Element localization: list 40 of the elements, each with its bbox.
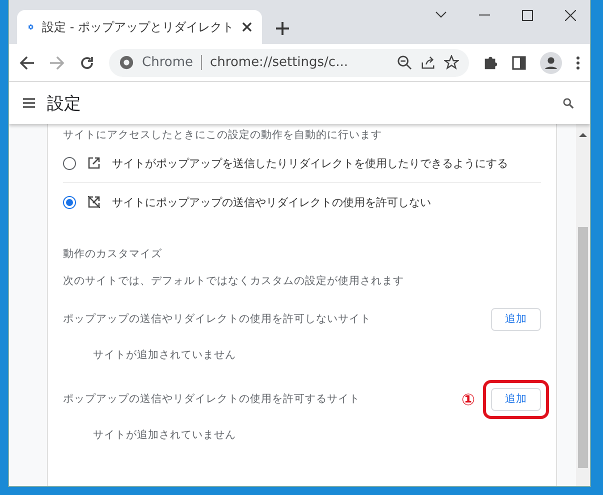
- add-button[interactable]: 追加: [491, 308, 541, 330]
- more-vertical-icon[interactable]: [576, 56, 580, 70]
- radio-button[interactable]: [63, 156, 76, 170]
- zoom-out-icon[interactable]: [397, 55, 412, 70]
- minimize-icon[interactable]: [479, 14, 490, 16]
- chevron-down-icon[interactable]: [435, 11, 447, 19]
- page-title: 設定: [47, 92, 82, 114]
- section-title: 動作のカスタマイズ: [63, 247, 163, 261]
- back-arrow-icon[interactable]: [19, 54, 35, 70]
- search-icon[interactable]: [563, 98, 574, 108]
- external-link-icon: [88, 157, 100, 169]
- radio-button[interactable]: [63, 196, 76, 208]
- avatar-icon[interactable]: [540, 52, 562, 74]
- close-icon[interactable]: [242, 22, 252, 32]
- browser-logo-icon: [119, 55, 134, 70]
- scrollbar[interactable]: [576, 124, 590, 486]
- description-text: サイトにアクセスしたときにこの設定の動作を自動的に行います: [63, 128, 383, 142]
- empty-message: サイトが追加されていません: [93, 348, 237, 362]
- menu-icon[interactable]: [23, 98, 35, 108]
- option-label: サイトにポップアップの送信やリダイレクトの使用を許可しない: [112, 194, 431, 210]
- puzzle-piece-icon[interactable]: [483, 55, 498, 70]
- side-panel-icon[interactable]: [512, 56, 526, 70]
- maximize-icon[interactable]: [522, 10, 533, 20]
- add-button[interactable]: 追加: [491, 388, 541, 410]
- blocked-link-icon: [88, 196, 100, 208]
- share-icon[interactable]: [420, 55, 436, 70]
- empty-message: サイトが追加されていません: [93, 428, 237, 442]
- plus-icon[interactable]: [276, 22, 289, 35]
- star-icon[interactable]: [444, 55, 459, 70]
- scroll-up-arrow-icon[interactable]: [579, 132, 587, 137]
- reload-icon[interactable]: [79, 54, 95, 70]
- list-title: ポップアップの送信やリダイレクトの使用を許可しないサイト: [63, 312, 371, 326]
- option-label: サイトがポップアップを送信したりリダイレクトを使用したりできるようにする: [112, 156, 508, 170]
- address-bar[interactable]: Chrome chrome://settings/c...: [109, 48, 469, 76]
- tab-title: 設定 - ポップアップとリダイレクト: [42, 18, 234, 36]
- close-icon[interactable]: [565, 10, 576, 20]
- browser-tab[interactable]: 設定 - ポップアップとリダイレクト: [17, 10, 262, 44]
- annotation-number: ①: [461, 390, 475, 408]
- description-text: 次のサイトでは、デフォルトではなくカスタムの設定が使用されます: [63, 274, 405, 288]
- list-title: ポップアップの送信やリダイレクトの使用を許可するサイト: [63, 392, 360, 406]
